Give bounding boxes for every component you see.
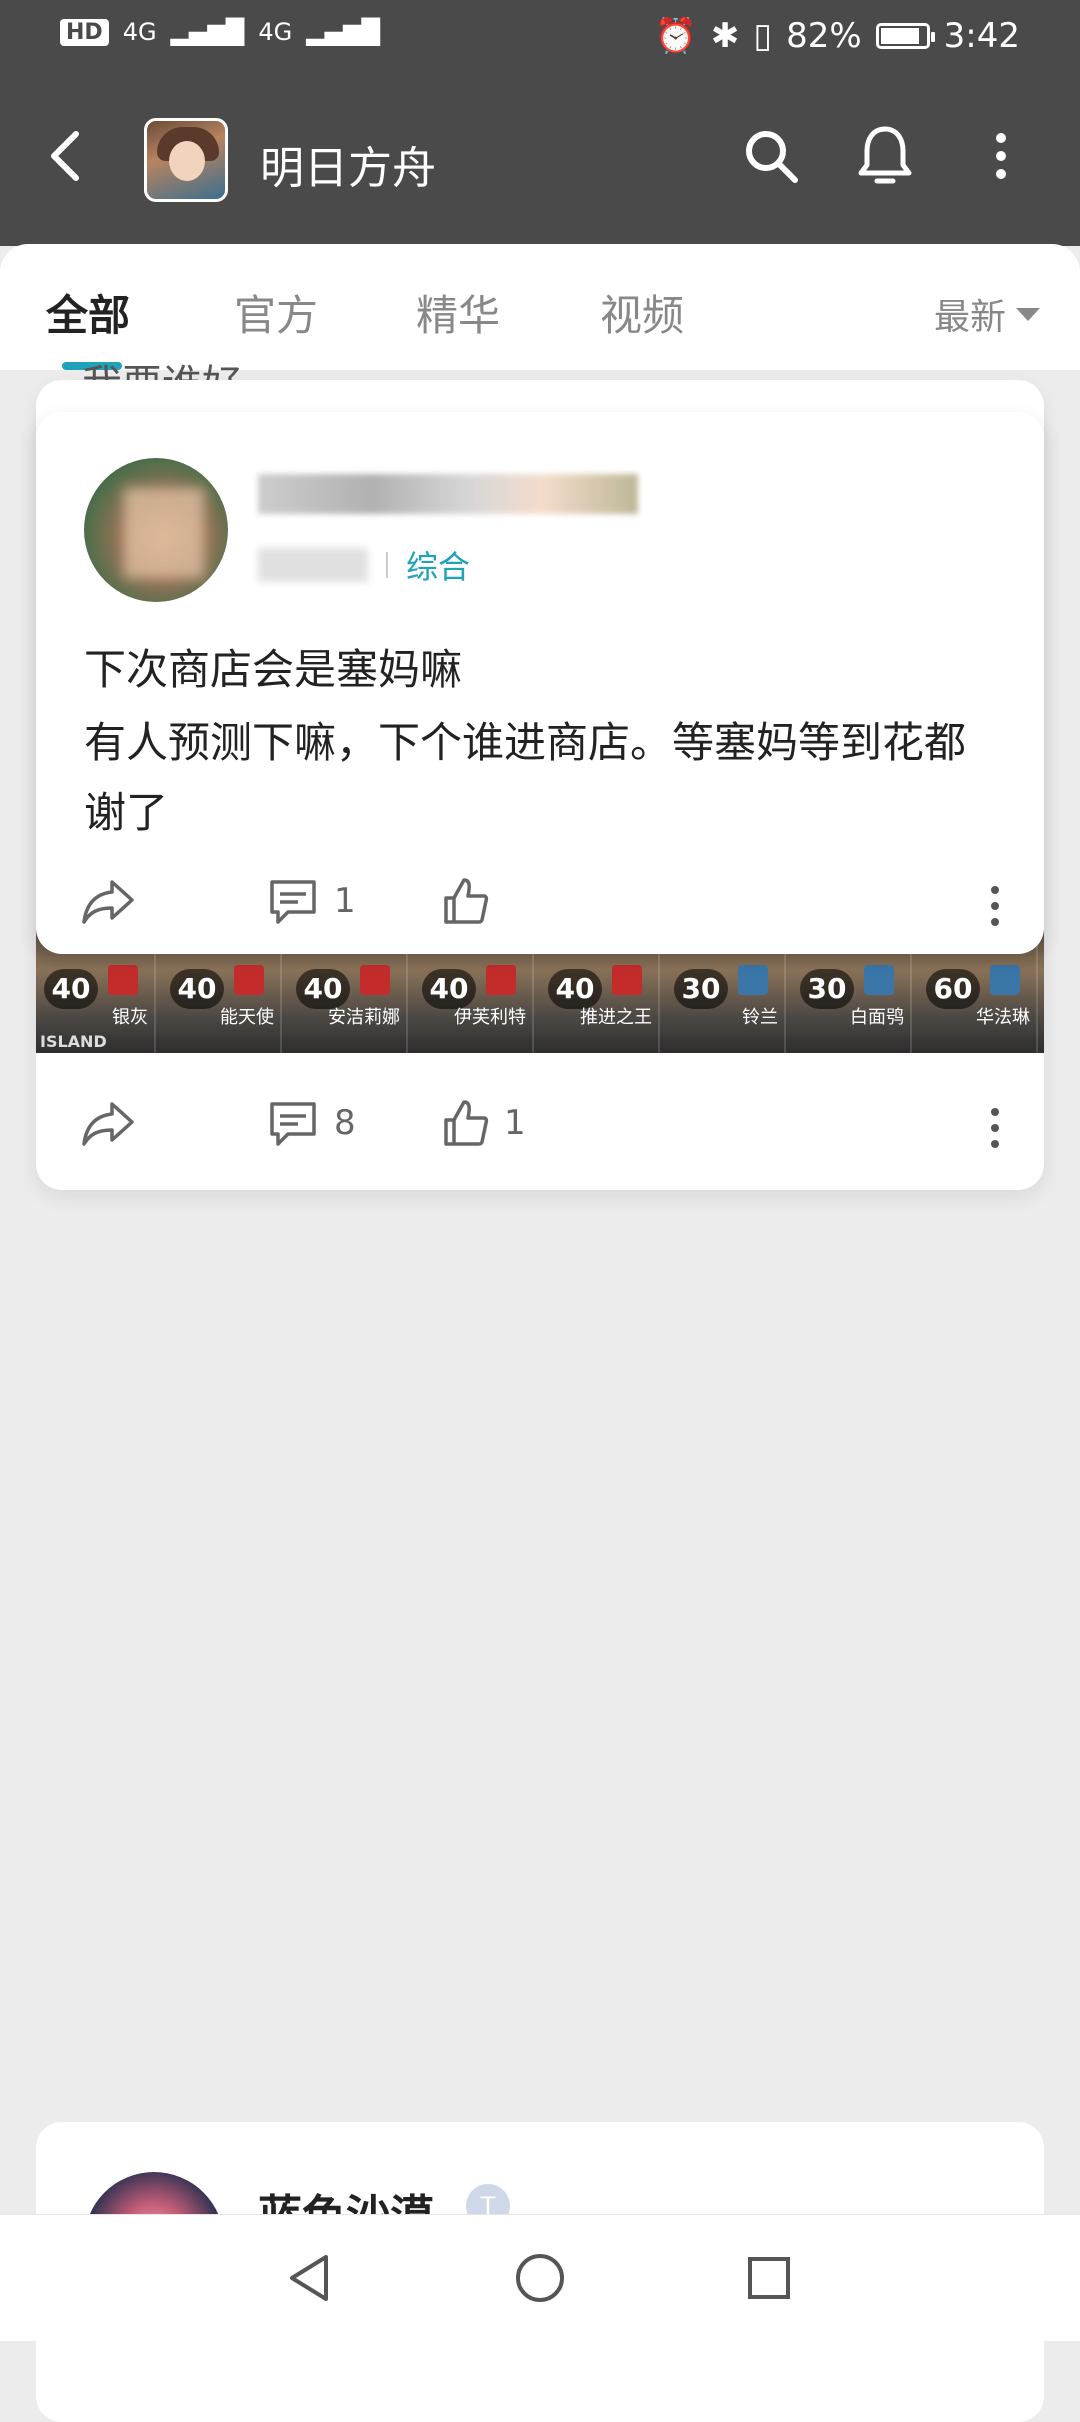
tab-all[interactable]: 全部 <box>46 282 130 343</box>
hd-icon: HD <box>60 18 109 46</box>
back-arrow-icon <box>51 131 79 181</box>
signal-bars-icon-2: ▂▄▆█ <box>306 18 381 46</box>
like-button[interactable] <box>440 876 504 926</box>
post-card[interactable]: 综合 下次商店会是塞妈嘛 有人预测下嘛，下个谁进商店。等塞妈等到花都谢了 1 <box>36 412 1044 954</box>
comment-button[interactable]: 8 <box>266 1098 356 1148</box>
post-more-button[interactable] <box>990 1108 1000 1148</box>
signal-icon: 4G <box>122 18 157 46</box>
circle-home-icon <box>516 2254 564 2302</box>
signal-icon-2: 4G <box>258 18 293 46</box>
nav-recents-button[interactable] <box>734 2243 804 2313</box>
sort-dropdown[interactable]: 最新 <box>934 288 1040 340</box>
thumbs-up-icon <box>444 878 489 924</box>
search-button[interactable] <box>736 116 806 196</box>
chevron-down-icon <box>1016 307 1040 321</box>
post-time-blurred <box>258 548 368 582</box>
system-nav-bar <box>0 2214 1080 2341</box>
status-bar: HD 4G ▂▄▆█ 4G ▂▄▆█ ⏰ ✱ ▯ 82% 3:42 <box>0 0 1080 76</box>
meta-divider <box>386 552 388 578</box>
comment-count: 1 <box>334 881 356 921</box>
strip-label: ISLAND <box>40 1032 107 1051</box>
back-button[interactable] <box>40 126 90 186</box>
more-menu-button[interactable] <box>966 116 1036 196</box>
like-count: 1 <box>504 1103 526 1143</box>
notification-button[interactable] <box>850 116 920 196</box>
post-more-button[interactable] <box>990 886 1000 926</box>
signal-bars-icon: ▂▄▆█ <box>170 18 245 46</box>
share-icon <box>82 1102 134 1146</box>
comment-button[interactable]: 1 <box>266 876 356 926</box>
share-button[interactable] <box>80 1098 136 1148</box>
page-title: 明日方舟 <box>260 143 436 194</box>
tab-featured[interactable]: 精华 <box>416 282 500 343</box>
post-meta: 综合 <box>258 542 470 588</box>
post-actions: 1 <box>36 866 1044 936</box>
nav-back-button[interactable] <box>274 2243 344 2313</box>
tab-video[interactable]: 视频 <box>600 282 684 343</box>
sort-label: 最新 <box>933 297 1006 338</box>
battery-icon <box>875 23 935 49</box>
author-name-blurred[interactable] <box>258 474 638 514</box>
tab-official[interactable]: 官方 <box>234 282 318 343</box>
status-left: HD 4G ▂▄▆█ 4G ▂▄▆█ <box>60 18 380 46</box>
more-vertical-icon <box>996 133 1006 179</box>
back-post-actions: 8 1 <box>36 1088 1044 1158</box>
post-title: 下次商店会是塞妈嘛 <box>84 645 463 694</box>
bell-icon <box>858 126 912 184</box>
comment-count: 8 <box>334 1103 356 1143</box>
triangle-back-icon <box>290 2255 328 2301</box>
vibrate-icon: ▯ <box>753 16 773 56</box>
post-category-tag[interactable]: 综合 <box>406 542 470 588</box>
alarm-icon: ⏰ <box>654 16 697 56</box>
thumbs-up-icon <box>444 1100 489 1146</box>
share-button[interactable] <box>80 876 136 926</box>
square-recents-icon <box>748 2257 790 2299</box>
status-right: ⏰ ✱ ▯ 82% 3:42 <box>655 16 1021 56</box>
share-icon <box>82 880 134 924</box>
nav-home-button[interactable] <box>505 2243 575 2313</box>
post-body: 有人预测下嘛，下个谁进商店。等塞妈等到花都谢了 <box>84 718 967 837</box>
search-icon <box>746 131 798 183</box>
game-icon[interactable] <box>144 118 228 202</box>
comment-icon <box>270 1102 316 1146</box>
comment-icon <box>270 880 316 924</box>
like-button[interactable]: 1 <box>440 1098 526 1148</box>
battery-percent: 82% <box>786 16 862 56</box>
app-bar: 明日方舟 <box>0 76 1080 246</box>
clock: 3:42 <box>943 16 1020 56</box>
bluetooth-icon: ✱ <box>710 16 740 56</box>
avatar[interactable] <box>84 458 228 602</box>
partial-post-text: 我要谁好 <box>82 352 242 382</box>
